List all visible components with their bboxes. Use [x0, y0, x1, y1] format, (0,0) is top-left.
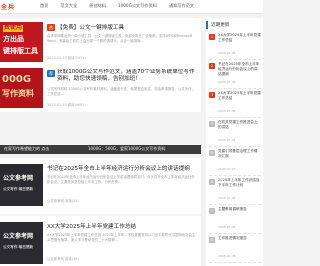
- sidebar-item-title[interactable]: 书记在2025年全市上半年经济运行分析会议上的讲话提纲: [218, 62, 261, 77]
- rank-number: 8: [209, 237, 215, 243]
- thumb-text: 费使用: [3, 24, 24, 32]
- sidebar-item[interactable]: 6 2025年上半年工作总结及下半年工作计划 2025-07-06: [209, 177, 261, 205]
- thumb-text: 方出品: [3, 35, 24, 43]
- sidebar-item[interactable]: 1 XX大学2025年上半年党建工作总结 2025-07-08: [209, 32, 261, 60]
- sidebar-item[interactable]: 3 XX大学2025年上半年党建工作总结 2025-07-08: [209, 90, 261, 118]
- article-title[interactable]: 获取1000G公文写作范文，涵盖70个业务系统单位写作资料，助您快速领稿，告别加…: [57, 69, 199, 83]
- sidebar-item-title[interactable]: 2025年上半年工作总结及下半年工作计划: [218, 178, 261, 193]
- article-title[interactable]: XX大学2025年上半年党建工作总结: [47, 222, 199, 230]
- sidebar-item-date: 2025-07-08: [218, 51, 236, 55]
- rank-number: 2: [209, 63, 215, 69]
- article-thumbnail[interactable]: 公文参考网 公文写作 每日更新: [0, 164, 43, 206]
- sidebar-title: 近期更新: [211, 23, 230, 28]
- thumb-text: 公文写作 每日更新: [3, 187, 34, 191]
- sidebar-item-date: 2025-07-05: [218, 254, 236, 258]
- article-meta: 2023-01-10 阅读(1024): [47, 56, 86, 60]
- hot-badge: 热: [47, 24, 56, 31]
- sidebar-item-title[interactable]: 工作推进情况报告: [218, 236, 261, 251]
- article-thumbnail[interactable]: 000G 写作资料: [0, 68, 43, 108]
- article-meta: 公文参考网 阅读(45): [47, 199, 79, 203]
- banner-left-text: 在家写作希望能力的 点击: [4, 146, 50, 151]
- sidebar-item-date: 2025-07-07: [218, 167, 236, 171]
- sidebar-item-date: 2025-07-06: [218, 196, 236, 200]
- article-card[interactable]: 费使用 方出品 键排版工具 热 【免费】公文一键排版工具 由求学网推出的一款小型…: [0, 18, 201, 65]
- article-excerpt: 公文写作材料 1000G公文写作素材资料，涵盖各行业，各类型应用文，包括申请报告…: [47, 87, 195, 96]
- nav-home[interactable]: 首页: [40, 3, 48, 9]
- rank-number: 3: [209, 92, 215, 98]
- rank-number: 7: [209, 208, 215, 214]
- sidebar-item[interactable]: 8 工作推进情况报告 2025-07-05: [209, 235, 261, 263]
- thumb-text: 键排版工具: [3, 47, 38, 55]
- sidebar-item-date: 2025-07-07: [218, 138, 236, 142]
- sidebar-item[interactable]: 5 党建引领基层治理工作情况汇报 2025-07-07: [209, 148, 261, 176]
- thumb-text: 000G: [2, 74, 32, 85]
- article-thumbnail[interactable]: 费使用 方出品 键排版工具: [0, 22, 43, 62]
- top-header: 全兵 首页 范文大全 原创材料 1000G公文写作资料 通知写作范文: [0, 0, 263, 14]
- thumb-text: 公文写作 每日更新: [3, 245, 34, 249]
- sidebar-item-title[interactable]: 党建引领基层治理工作情况汇报: [218, 149, 261, 164]
- thumb-text: 公文参考网: [3, 233, 34, 240]
- sidebar-item-date: 2025-07-06: [218, 225, 236, 229]
- rank-number: 5: [209, 150, 215, 156]
- thumb-text: 公文参考网: [3, 175, 34, 182]
- sidebar-heading: 近期更新: [206, 21, 263, 29]
- recommend-badge: 荐: [47, 70, 56, 77]
- site-logo[interactable]: 全兵: [1, 2, 15, 11]
- article-excerpt: 由求学网推出的一款小型工具，公文一键排版工具，免费全带无广告使用，支持WPS和M…: [47, 34, 193, 43]
- nav-tongzhi[interactable]: 通知写作范文: [169, 3, 194, 9]
- sidebar-item-date: 2025-07-08: [218, 80, 236, 84]
- rank-number: 1: [209, 34, 215, 40]
- sidebar-item[interactable]: 7 主题教育调研报告 2025-07-06: [209, 206, 261, 234]
- article-card[interactable]: 公文参考网 公文写作 每日更新 XX大学2025年上半年党建工作总结 XX大学2…: [0, 216, 201, 266]
- nav-fanwen[interactable]: 范文大全: [60, 3, 77, 9]
- article-title[interactable]: 【免费】公文一键排版工具: [57, 23, 199, 31]
- article-meta: 公文参考网 阅读(38): [47, 257, 79, 261]
- article-excerpt: XX大学2025年上半年党建工作总结 2025年上半年，学校党委坚持以习近平新时…: [47, 233, 196, 242]
- rank-number: 6: [209, 179, 215, 185]
- article-title[interactable]: 书记在2025年全市上半年经济运行分析会议上的讲话提纲: [47, 164, 199, 172]
- sidebar-item-title[interactable]: XX大学2025年上半年党建工作总结: [218, 91, 261, 106]
- sidebar-item[interactable]: 4 在机关党建工作推进会上的讲话 2025-07-07: [209, 119, 261, 147]
- article-meta: 2023-01-10 阅读(968): [47, 103, 84, 107]
- promo-banner[interactable]: 在家写作希望能力的 点击 1000G：500G，爱家1000G公文写作资料: [0, 145, 201, 154]
- article-excerpt: 书记在2025年全市上半年经济运行分析会议上的讲话提纲同志们：今天召开全市上半年…: [47, 175, 195, 184]
- sidebar: 近期更新 1 XX大学2025年上半年党建工作总结 2025-07-08 2 书…: [206, 18, 263, 266]
- nav-1000g[interactable]: 1000G公文写作资料: [118, 3, 157, 9]
- banner-right-text: 1000G：500G，爱家1000G公文写作资料: [88, 146, 166, 151]
- sidebar-item-title[interactable]: 主题教育调研报告: [218, 207, 261, 222]
- nav-yuanchuang[interactable]: 原创材料: [89, 3, 106, 9]
- article-card[interactable]: 公文参考网 公文写作 每日更新 书记在2025年全市上半年经济运行分析会议上的讲…: [0, 158, 201, 214]
- main-nav: 首页 范文大全 原创材料 1000G公文写作资料 通知写作范文: [40, 3, 194, 9]
- sidebar-item[interactable]: 2 书记在2025年全市上半年经济运行分析会议上的讲话提纲 2025-07-08: [209, 61, 261, 89]
- page: 全兵 首页 范文大全 原创材料 1000G公文写作资料 通知写作范文 费使用 方…: [0, 0, 263, 266]
- thumb-text: 写作资料: [2, 89, 34, 98]
- rank-number: 4: [209, 121, 215, 127]
- article-card[interactable]: 000G 写作资料 荐 获取1000G公文写作范文，涵盖70个业务系统单位写作资…: [0, 65, 201, 112]
- sidebar-item-date: 2025-07-08: [218, 109, 236, 113]
- article-thumbnail[interactable]: 公文参考网 公文写作 每日更新: [0, 222, 43, 264]
- sidebar-item-title[interactable]: 在机关党建工作推进会上的讲话: [218, 120, 261, 135]
- sidebar-item-title[interactable]: XX大学2025年上半年党建工作总结: [218, 33, 261, 48]
